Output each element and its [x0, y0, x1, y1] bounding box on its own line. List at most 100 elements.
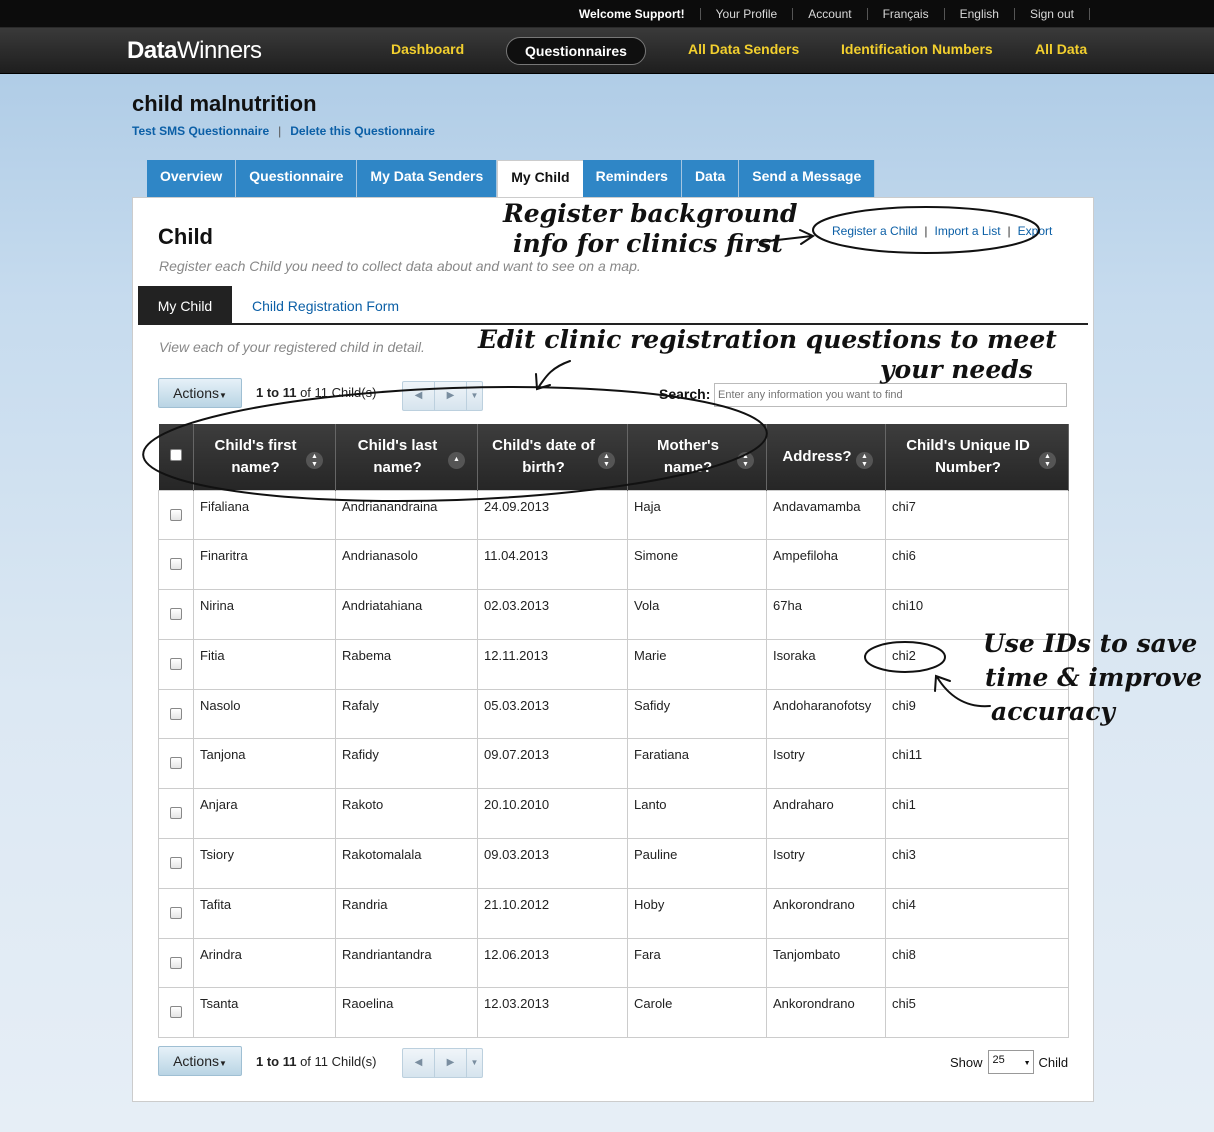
actions-button[interactable]: Actions▼: [158, 378, 242, 408]
header-address[interactable]: Address? ▲ ▼: [766, 424, 886, 490]
account-link[interactable]: Account: [793, 8, 868, 20]
nav-questionnaires[interactable]: Questionnaires: [506, 37, 646, 65]
mother-name-cell: Hoby: [627, 887, 767, 939]
header-first-name[interactable]: Child's first name? ▲ ▼: [193, 424, 336, 490]
header-last-name[interactable]: Child's last name? ▲: [335, 424, 478, 490]
show-label: Show: [950, 1054, 983, 1070]
datawinners-logo[interactable]: DataWinners: [127, 37, 262, 65]
annotation-line: accuracy: [991, 697, 1115, 726]
import-list-link[interactable]: Import a List: [935, 224, 1001, 238]
address-cell: Andraharo: [766, 788, 886, 840]
next-page-icon[interactable]: ▶: [435, 382, 467, 410]
subtab-registration-form[interactable]: Child Registration Form: [252, 298, 399, 314]
delete-questionnaire-link[interactable]: Delete this Questionnaire: [290, 124, 435, 138]
show-unit: Child: [1038, 1054, 1069, 1070]
row-checkbox[interactable]: [170, 757, 182, 770]
row-checkbox[interactable]: [170, 558, 182, 571]
count-range: 1 to 11: [256, 1054, 297, 1069]
table-row: Fifaliana Andrianandraina 24.09.2013 Haja An…: [158, 489, 1069, 541]
tab-my-child[interactable]: My Child: [497, 160, 583, 198]
nav-dashboard[interactable]: Dashboard: [391, 41, 464, 57]
count-total: of 11 Child(s): [296, 1054, 377, 1069]
page-dropdown-icon[interactable]: ▼: [467, 1049, 482, 1077]
table-row: Tanjona Rafidy 09.07.2013 Faratiana Isotry ch…: [158, 738, 1069, 790]
sort-icon[interactable]: ▲ ▼: [737, 452, 754, 469]
table-row: Tafita Randria 21.10.2012 Hoby Ankorondrano c…: [158, 887, 1069, 939]
pager-bottom: ◀ ▶ ▼: [402, 1048, 483, 1078]
search-label: Search:: [659, 386, 711, 402]
mother-name-cell: Pauline: [627, 838, 767, 889]
row-checkbox[interactable]: [170, 608, 182, 621]
annotation-line: time & improve: [985, 663, 1203, 692]
row-checkbox[interactable]: [170, 1006, 182, 1019]
page-size-select[interactable]: 25 ▼: [987, 1050, 1034, 1074]
tab-questionnaire[interactable]: Questionnaire: [236, 160, 358, 197]
register-child-link[interactable]: Register a Child: [832, 224, 917, 238]
francais-link[interactable]: Français: [868, 8, 945, 20]
last-name-cell: Rabema: [335, 638, 478, 690]
first-name-cell: Nirina: [193, 589, 336, 640]
main-navbar: DataWinners Dashboard Questionnaires All…: [0, 28, 1214, 74]
tab-my-data-senders[interactable]: My Data Senders: [357, 160, 498, 197]
prev-page-icon[interactable]: ◀: [403, 382, 435, 410]
child-table: Child's first name? ▲ ▼ Child's last name?…: [158, 424, 1069, 1039]
prev-page-icon[interactable]: ◀: [403, 1049, 435, 1077]
tab-data[interactable]: Data: [681, 160, 740, 197]
export-link[interactable]: Export: [1018, 224, 1053, 238]
nav-all-data[interactable]: All Data: [1035, 41, 1087, 57]
actions-button-bottom[interactable]: Actions▼: [158, 1046, 242, 1076]
page-size-control: Show 25 ▼ Child: [950, 1050, 1068, 1074]
address-cell: Ankorondrano: [766, 887, 886, 939]
mother-name-cell: Fara: [627, 937, 767, 989]
row-select-cell: [158, 539, 194, 591]
english-link[interactable]: English: [945, 8, 1015, 20]
nav-all-data-senders[interactable]: All Data Senders: [688, 41, 799, 57]
last-name-cell: Andriatahiana: [335, 589, 478, 640]
row-checkbox[interactable]: [170, 956, 182, 969]
count-total: of 11 Child(s): [296, 385, 377, 400]
table-header-row: Child's first name? ▲ ▼ Child's last name?…: [158, 424, 1069, 490]
sort-asc-icon[interactable]: ▲: [448, 452, 465, 469]
caret-down-icon: ▼: [219, 1059, 227, 1068]
header-date-of-birth[interactable]: Child's date of birth? ▲ ▼: [477, 424, 628, 490]
sign-out-link[interactable]: Sign out: [1015, 8, 1090, 20]
welcome-text: Welcome Support!: [564, 8, 701, 20]
sort-icon[interactable]: ▲ ▼: [306, 452, 323, 469]
unique-id-cell: chi11: [885, 738, 1069, 790]
last-name-cell: Rakotomalala: [335, 838, 478, 889]
header-label: Child's first name?: [214, 436, 297, 476]
dob-cell: 09.03.2013: [477, 838, 628, 889]
first-name-cell: Tafita: [193, 887, 336, 939]
row-checkbox[interactable]: [170, 508, 182, 521]
header-mother-name[interactable]: Mother's name? ▲ ▼: [627, 424, 767, 490]
first-name-cell: Fitia: [193, 638, 336, 690]
sort-icon[interactable]: ▲ ▼: [856, 452, 873, 469]
row-checkbox[interactable]: [170, 707, 182, 720]
row-select-cell: [158, 688, 194, 740]
sort-icon[interactable]: ▲ ▼: [1039, 452, 1056, 469]
select-all-checkbox[interactable]: [169, 449, 182, 462]
header-unique-id[interactable]: Child's Unique ID Number? ▲ ▼: [885, 424, 1069, 490]
mother-name-cell: Simone: [627, 539, 767, 591]
address-cell: Ampefiloha: [766, 539, 886, 591]
mother-name-cell: Faratiana: [627, 738, 767, 790]
subtab-my-child[interactable]: My Child: [138, 286, 232, 325]
row-checkbox[interactable]: [170, 807, 182, 820]
tab-send-message[interactable]: Send a Message: [739, 160, 876, 197]
next-page-icon[interactable]: ▶: [435, 1049, 467, 1077]
table-row: Tsanta Raoelina 12.03.2013 Carole Ankorondra…: [158, 987, 1069, 1039]
tab-reminders[interactable]: Reminders: [582, 160, 682, 197]
row-checkbox[interactable]: [170, 906, 182, 919]
nav-identification-numbers[interactable]: Identification Numbers: [841, 41, 993, 57]
row-select-cell: [158, 589, 194, 640]
tab-overview[interactable]: Overview: [147, 160, 237, 197]
row-select-cell: [158, 788, 194, 840]
your-profile-link[interactable]: Your Profile: [701, 8, 794, 20]
row-checkbox[interactable]: [170, 857, 182, 870]
sort-icon[interactable]: ▲ ▼: [598, 452, 615, 469]
page-dropdown-icon[interactable]: ▼: [467, 382, 482, 410]
mother-name-cell: Marie: [627, 638, 767, 690]
test-sms-link[interactable]: Test SMS Questionnaire: [132, 124, 269, 138]
row-checkbox[interactable]: [170, 657, 182, 670]
search-input[interactable]: [714, 383, 1067, 407]
